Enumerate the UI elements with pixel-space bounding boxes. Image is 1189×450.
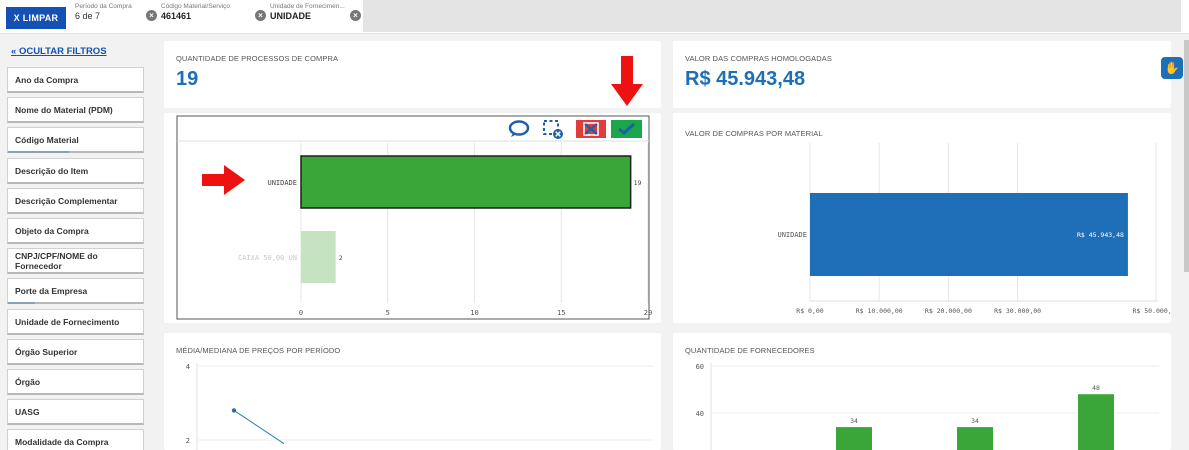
filter-button[interactable]: Porte da Empresa <box>7 278 144 304</box>
bar[interactable] <box>301 231 336 283</box>
cancel-selection-icon[interactable] <box>576 120 606 138</box>
clear-selection-icon[interactable] <box>542 119 564 139</box>
filter-button[interactable]: Unidade de Fornecimento <box>7 309 144 335</box>
data-label: 34 <box>850 417 858 425</box>
data-label: 48 <box>1092 384 1100 392</box>
filter-button[interactable]: Nome do Material (PDM) <box>7 97 144 123</box>
median-price-card: MÉDIA/MEDIANA DE PREÇOS POR PERÍODO 24 <box>164 333 661 450</box>
chip-value: 6 de 7 <box>75 10 101 21</box>
hide-filters-link[interactable]: « OCULTAR FILTROS <box>11 46 107 57</box>
tick-label: R$ 20.000,00 <box>925 307 972 315</box>
hide-filters-label: OCULTAR FILTROS <box>18 46 107 57</box>
filter-button-label: Órgão Superior <box>15 346 78 357</box>
filter-selection-indicator <box>8 302 35 304</box>
median-price-chart: 24 <box>186 363 654 450</box>
category-label: UNIDADE <box>777 231 807 239</box>
data-label: 34 <box>971 417 979 425</box>
bar[interactable] <box>957 427 993 450</box>
filter-button-label: Objeto da Compra <box>15 225 89 236</box>
filter-bar: X LIMPAR Período da Compra 6 de 7 × Códi… <box>0 0 1189 34</box>
filter-button[interactable]: Órgão Superior <box>7 339 144 365</box>
value-by-material-chart: UNIDADE R$ 45.943,48 R$ 0,00 R$ 10.000,00 R… <box>777 143 1171 315</box>
kpi-value: R$ 45.943,48 <box>685 68 806 90</box>
remove-filter-icon[interactable]: × <box>255 10 266 21</box>
filter-button-label: CNPJ/CPF/NOME do Fornecedor <box>15 250 98 271</box>
tick-label: 4 <box>186 363 190 371</box>
remove-filter-icon[interactable]: × <box>146 10 157 21</box>
card-title: VALOR DAS COMPRAS HOMOLOGADAS <box>685 54 832 63</box>
filter-chip-period[interactable]: Período da Compra 6 de 7 <box>75 3 132 21</box>
filter-button-label: Descrição do Item <box>15 165 89 176</box>
filter-button-label: Nome do Material (PDM) <box>15 104 113 115</box>
filter-chip-material-code[interactable]: Código Material/Serviço 461461 <box>161 3 231 21</box>
filter-button-label: Órgão <box>15 376 41 387</box>
chip-label: Código Material/Serviço <box>161 3 231 10</box>
tick-label: 20 <box>644 309 652 317</box>
page-scrollbar[interactable] <box>1184 40 1189 272</box>
tick-label: 15 <box>557 309 565 317</box>
tick-label: 5 <box>386 309 390 317</box>
annotation-arrow-right-icon <box>202 165 245 195</box>
remove-filter-icon[interactable]: × <box>350 10 361 21</box>
comment-icon[interactable] <box>508 120 530 138</box>
filter-button[interactable]: Órgão <box>7 369 144 395</box>
series-line <box>233 409 285 445</box>
tick-label: 40 <box>696 410 704 418</box>
filter-selection-indicator <box>8 151 69 153</box>
tick-label: R$ 30.000,00 <box>994 307 1041 315</box>
filter-button-label: UASG <box>15 406 40 417</box>
bar[interactable] <box>836 427 872 450</box>
filter-button-label: Descrição Complementar <box>15 195 118 206</box>
data-point[interactable] <box>231 408 237 413</box>
bar[interactable] <box>300 155 632 209</box>
bar[interactable] <box>1078 394 1114 450</box>
filter-button[interactable]: Descrição do Item <box>7 158 144 184</box>
card-title: QUANTIDADE DE PROCESSOS DE COMPRA <box>176 54 339 63</box>
annotation-arrow-down-icon <box>611 56 643 106</box>
data-label: 19 <box>634 179 642 187</box>
supplier-count-card: QUANTIDADE DE FORNECEDORES 40 60 34 34 48 <box>673 333 1171 450</box>
tick-label: 60 <box>696 363 704 371</box>
filter-button[interactable]: Objeto da Compra <box>7 218 144 244</box>
chart-selection-frame <box>176 115 650 320</box>
chip-label: Período da Compra <box>75 3 132 10</box>
tick-label: R$ 50.000,00 <box>1133 307 1171 315</box>
data-label: R$ 45.943,48 <box>1077 231 1124 239</box>
filter-button[interactable]: Ano da Compra <box>7 67 144 93</box>
tick-label: R$ 0,00 <box>796 307 823 315</box>
filter-button-label: Modalidade da Compra <box>15 436 109 447</box>
filter-button[interactable]: UASG <box>7 399 144 425</box>
value-by-material-card: VALOR DE COMPRAS POR MATERIAL UNIDADE R$ … <box>673 113 1171 323</box>
category-label: CAIXA 50,00 UN <box>238 254 297 262</box>
tick-label: 2 <box>186 437 190 445</box>
tick-label: 10 <box>470 309 478 317</box>
filter-button[interactable]: Código Material <box>7 127 144 153</box>
filter-button[interactable]: Modalidade da Compra <box>7 429 144 450</box>
chip-value: 461461 <box>161 10 192 21</box>
filter-button-label: Código Material <box>15 134 79 145</box>
kpi-card-processes: QUANTIDADE DE PROCESSOS DE COMPRA 19 <box>164 41 661 108</box>
filter-button-label: Unidade de Fornecimento <box>15 316 120 327</box>
kpi-card-homologated: VALOR DAS COMPRAS HOMOLOGADAS R$ 45.943,… <box>673 41 1171 108</box>
clear-filters-button[interactable]: X LIMPAR <box>6 7 66 29</box>
supplier-count-chart: 40 60 34 34 48 <box>696 363 1159 450</box>
filter-chip-supply-unit[interactable]: Unidade de Fornecimen... UNIDADE <box>270 3 345 21</box>
supply-unit-chart: UNIDADE 19 CAIXA 50,00 UN 2 0 5 10 15 20 <box>176 115 652 320</box>
chip-value: UNIDADE <box>270 10 312 21</box>
supply-unit-chart-card: UNIDADE 19 CAIXA 50,00 UN 2 0 5 10 15 20 <box>164 113 661 323</box>
filter-bar-empty-area <box>363 0 1181 32</box>
tick-label: 0 <box>299 309 303 317</box>
confirm-selection-icon[interactable] <box>611 120 642 138</box>
chip-label: Unidade de Fornecimen... <box>270 3 345 10</box>
kpi-value: 19 <box>176 68 199 90</box>
filter-button[interactable]: Descrição Complementar <box>7 188 144 214</box>
filter-button-label: Ano da Compra <box>15 74 79 85</box>
double-chevron-left-icon: « <box>11 46 17 57</box>
filter-button[interactable]: CNPJ/CPF/NOME do Fornecedor <box>7 248 144 274</box>
data-label: 2 <box>339 254 343 262</box>
tick-label: R$ 10.000,00 <box>856 307 903 315</box>
accessibility-hand-icon[interactable]: ✋ <box>1161 57 1183 79</box>
filter-button-label: Porte da Empresa <box>15 285 88 296</box>
category-label: UNIDADE <box>267 179 297 187</box>
